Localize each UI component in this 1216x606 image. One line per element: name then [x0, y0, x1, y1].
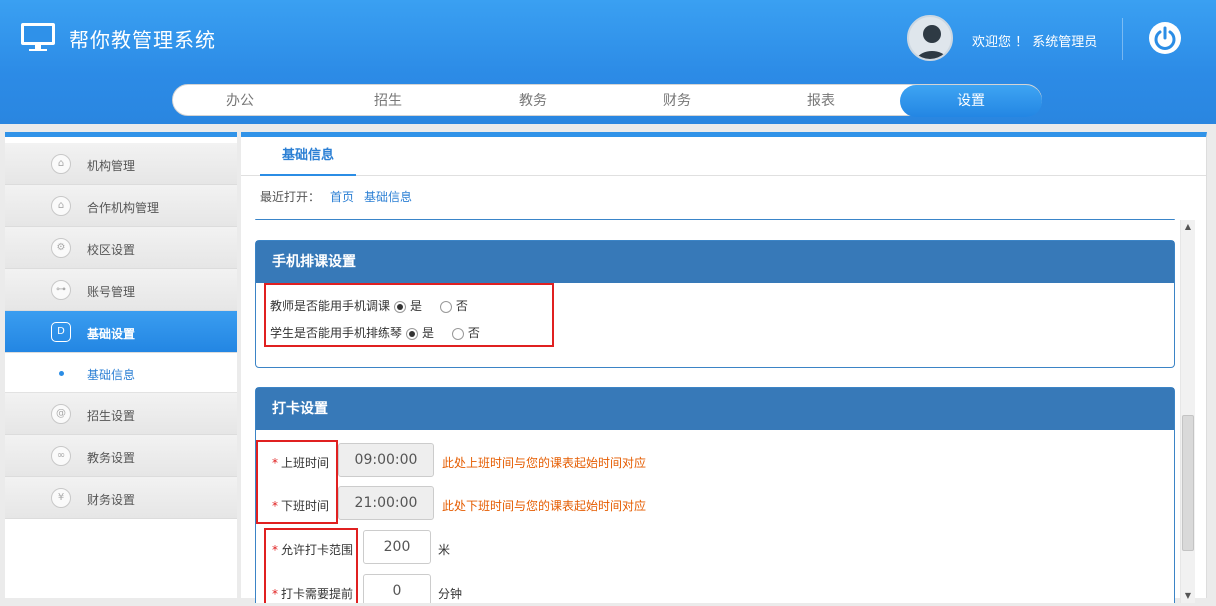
topbar: 帮你教管理系统 欢迎您 ！ 系统管理员 [0, 0, 1216, 74]
logout-button[interactable] [1149, 22, 1181, 54]
highlight-box [256, 440, 338, 524]
range-input[interactable]: 200 [363, 530, 431, 564]
recent-link-basic-info[interactable]: 基础信息 [364, 190, 412, 204]
sidebar-item-label: 合作机构管理 [87, 201, 160, 215]
tab-basic-info[interactable]: 基础信息 [260, 137, 356, 176]
sidebar-item-basic-settings[interactable]: D 基础设置 [5, 311, 237, 353]
document-icon: D [51, 322, 71, 342]
sidebar-item-campus[interactable]: ⚙ 校区设置 [5, 227, 237, 269]
panel-title: 打卡设置 [256, 388, 1174, 430]
sidebar-item-org[interactable]: ⌂ 机构管理 [5, 143, 237, 185]
power-icon [1154, 26, 1176, 50]
sidebar-item-label: 机构管理 [87, 159, 136, 173]
tab-bar: 基础信息 [241, 137, 1206, 176]
scroll-down-icon[interactable]: ▼ [1181, 589, 1195, 603]
monitor-icon [21, 23, 55, 51]
sidebar-item-label: 招生设置 [87, 409, 136, 423]
sidebar-item-label: 财务设置 [87, 493, 136, 507]
main-content: 基础信息 最近打开： 首页 基础信息 手机排课设置 教师是否能用手机调课是 否 学生… [241, 132, 1207, 603]
end-time-input[interactable]: 21:00:00 [338, 486, 434, 520]
app-title: 帮你教管理系统 [69, 28, 216, 52]
panel-title: 手机排课设置 [256, 241, 1174, 283]
sidebar-item-finance[interactable]: ¥ 财务设置 [5, 477, 237, 519]
end-time-hint: 此处下班时间与您的课表起始时间对应 [442, 499, 647, 513]
highlight-box [264, 283, 554, 347]
highlight-box [264, 528, 358, 603]
sidebar-item-label: 账号管理 [87, 285, 136, 299]
sidebar-item-label: 基础设置 [87, 327, 136, 341]
recent-label: 最近打开： [260, 190, 321, 204]
paperclip-icon: @ [51, 404, 71, 424]
nav-finance[interactable]: 财务 [612, 85, 742, 117]
clock-in-panel: 打卡设置 * 上班时间 09:00:00 此处上班时间与您的课表起始时间对应 * 下… [255, 387, 1175, 603]
home-icon: ⌂ [51, 154, 71, 174]
nav-enrollment[interactable]: 招生 [323, 85, 453, 117]
sidebar-item-label: 基础信息 [87, 368, 136, 382]
start-time-input[interactable]: 09:00:00 [338, 443, 434, 477]
bullet-icon [59, 371, 64, 376]
range-unit: 米 [438, 543, 451, 557]
main-nav: 办公 招生 教务 财务 报表 设置 [172, 84, 1042, 117]
sidebar: ⌂ 机构管理 ⌂ 合作机构管理 ⚙ 校区设置 ⊶ 账号管理 D 基础设置 基础信… [5, 132, 237, 598]
sidebar-item-label: 校区设置 [87, 243, 136, 257]
scroll-up-icon[interactable]: ▲ [1181, 220, 1195, 234]
mobile-schedule-panel: 手机排课设置 教师是否能用手机调课是 否 学生是否能用手机排练琴是 否 [255, 240, 1175, 368]
welcome-text: 欢迎您 ！ 系统管理员 [972, 35, 1098, 50]
sidebar-item-account[interactable]: ⊶ 账号管理 [5, 269, 237, 311]
nav-reports[interactable]: 报表 [756, 85, 886, 117]
start-time-hint: 此处上班时间与您的课表起始时间对应 [442, 456, 647, 470]
nav-settings[interactable]: 设置 [900, 85, 1042, 117]
sidebar-item-partner[interactable]: ⌂ 合作机构管理 [5, 185, 237, 227]
gear-icon: ⚙ [51, 238, 71, 258]
previous-panel-edge [255, 219, 1175, 220]
advance-input[interactable]: 0 [363, 574, 431, 603]
advance-unit: 分钟 [438, 587, 463, 601]
user-avatar[interactable] [907, 15, 953, 61]
recent-bar: 最近打开： 首页 基础信息 [260, 188, 412, 205]
sidebar-subitem-basic-info[interactable]: 基础信息 [5, 353, 237, 393]
settings-scroll-area: 手机排课设置 教师是否能用手机调课是 否 学生是否能用手机排练琴是 否 打卡设置… [241, 219, 1193, 603]
sidebar-item-academic[interactable]: ∞ 教务设置 [5, 435, 237, 477]
recent-link-home[interactable]: 首页 [330, 190, 354, 204]
header: 帮你教管理系统 欢迎您 ！ 系统管理员 办公 招生 教务 财务 报表 设置 [0, 0, 1216, 124]
nav-office[interactable]: 办公 [175, 85, 305, 117]
vertical-scrollbar[interactable]: ▲ ▼ [1180, 220, 1195, 603]
sidebar-item-label: 教务设置 [87, 451, 136, 465]
header-divider [1122, 18, 1123, 60]
key-icon: ⊶ [51, 280, 71, 300]
scroll-thumb[interactable] [1182, 415, 1194, 551]
nav-academic[interactable]: 教务 [468, 85, 598, 117]
person-icon [916, 25, 948, 59]
home-icon: ⌂ [51, 196, 71, 216]
yen-icon: ¥ [51, 488, 71, 508]
sidebar-item-enrollment[interactable]: @ 招生设置 [5, 393, 237, 435]
link-icon: ∞ [51, 446, 71, 466]
